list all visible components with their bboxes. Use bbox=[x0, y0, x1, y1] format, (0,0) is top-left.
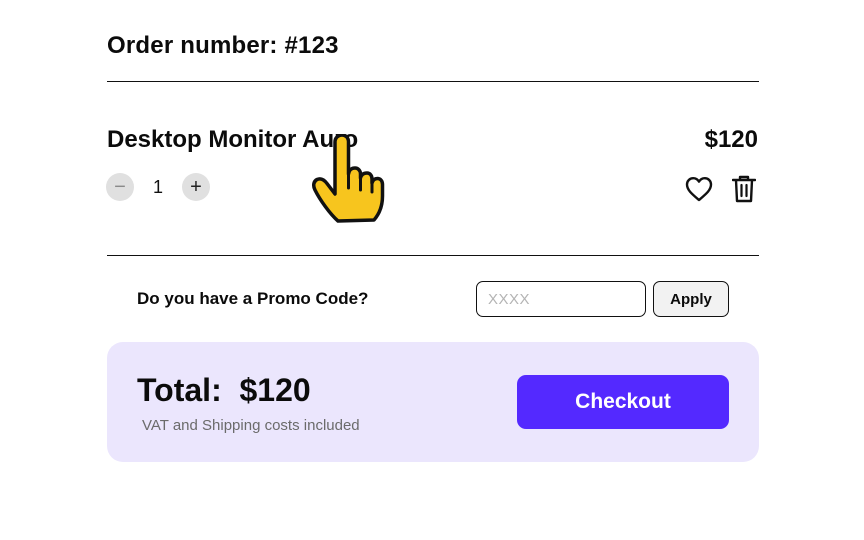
order-title: Order number: #123 bbox=[107, 32, 339, 59]
decrease-quantity-button[interactable]: − bbox=[106, 173, 134, 201]
bottom-divider bbox=[107, 255, 759, 256]
order-summary-page: Order number: #123 Desktop Monitor Auro … bbox=[0, 0, 864, 540]
checkout-button[interactable]: Checkout bbox=[517, 375, 729, 429]
promo-code-input[interactable] bbox=[476, 281, 646, 317]
minus-icon: − bbox=[114, 176, 126, 198]
total-summary-card: Total: $120 VAT and Shipping costs inclu… bbox=[107, 342, 759, 462]
top-divider bbox=[107, 81, 759, 82]
increase-quantity-button[interactable]: + bbox=[182, 173, 210, 201]
quantity-value: 1 bbox=[152, 176, 163, 197]
favorite-button[interactable] bbox=[684, 174, 714, 204]
heart-icon bbox=[685, 177, 713, 202]
apply-promo-button[interactable]: Apply bbox=[653, 281, 729, 317]
product-price: $120 bbox=[704, 126, 758, 153]
plus-icon: + bbox=[190, 176, 202, 198]
quantity-stepper: − 1 + bbox=[106, 173, 210, 201]
pointer-hand-icon bbox=[311, 134, 385, 223]
total-amount: Total: $120 bbox=[137, 372, 311, 408]
trash-icon bbox=[732, 175, 756, 203]
total-note: VAT and Shipping costs included bbox=[142, 417, 360, 434]
delete-item-button[interactable] bbox=[729, 174, 759, 204]
promo-code-label: Do you have a Promo Code? bbox=[137, 289, 369, 308]
